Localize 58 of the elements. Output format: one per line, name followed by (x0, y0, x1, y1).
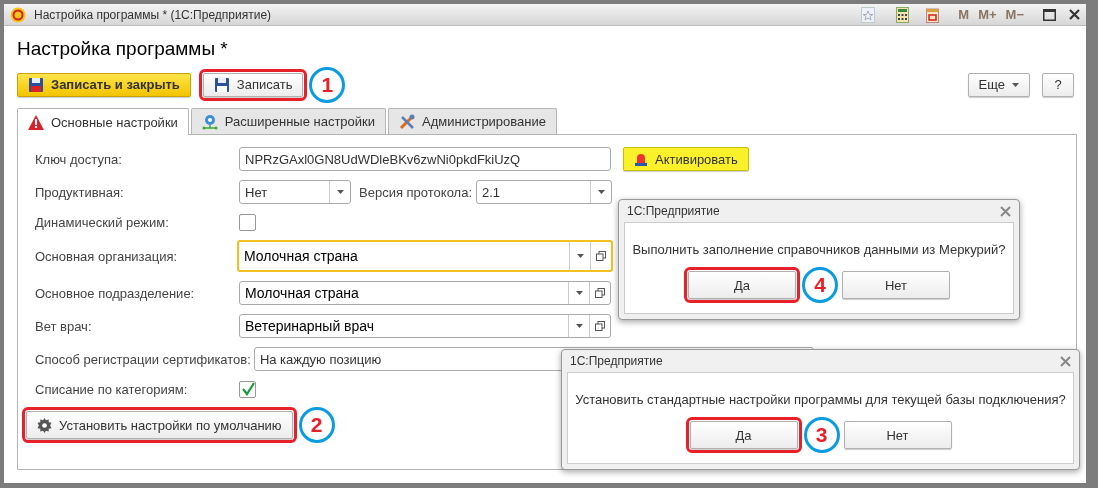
field-label: Основная организация: (35, 248, 179, 264)
dropdown-arrow-icon (336, 190, 344, 194)
dialog-message: Выполнить заполнение справочников данными из Меркурий? (632, 242, 1006, 257)
reference-field[interactable]: Молочная страна (237, 240, 613, 272)
open-form-icon (595, 321, 605, 331)
tab[interactable]: Основные настройки (17, 108, 189, 135)
select-field[interactable]: Нет (239, 180, 351, 204)
reference-field[interactable]: Молочная страна (239, 281, 611, 305)
field-label: Версия протокола: (359, 184, 472, 200)
dropdown-arrow-icon (576, 254, 584, 258)
dialog-title: 1С:Предприятие (570, 354, 663, 368)
form-title: Настройка программы * (17, 38, 229, 60)
field-label: Основное подразделение: (35, 285, 196, 301)
warning-icon (28, 114, 44, 130)
checkbox[interactable] (239, 213, 256, 231)
field-label: Списание по категориям: (35, 381, 189, 397)
dialog-title: 1С:Предприятие (627, 204, 720, 218)
no-button[interactable]: Нет (843, 421, 952, 449)
reference-field[interactable]: Ветеринарный врач (239, 314, 611, 338)
memory-button[interactable]: M+ (978, 7, 997, 22)
field-label: Динамический режим: (35, 214, 170, 230)
callout-number: 2 (298, 407, 335, 443)
tools-icon (399, 113, 416, 130)
memory-button[interactable]: M (958, 7, 970, 22)
open-form-icon (596, 251, 606, 261)
gear-icon (37, 417, 52, 433)
no-button[interactable]: Нет (842, 271, 950, 299)
caret-icon (1012, 82, 1019, 87)
calculator-icon[interactable] (896, 6, 910, 23)
window-title: Настройка программы * (1С:Предприятие) (34, 7, 273, 22)
dropdown-arrow-icon (575, 324, 583, 328)
network-gear-icon (201, 113, 218, 130)
field-label: Ключ доступа: (35, 151, 123, 167)
callout-number: 1 (309, 66, 346, 103)
activate-button[interactable]: Активировать (623, 147, 749, 171)
dropdown-arrow-icon (575, 291, 583, 295)
access-key-field[interactable]: NPRzGAxl0GN8UdWDleBKv6zwNi0pkdFkiUzQ (239, 147, 611, 171)
tab[interactable]: Администрирование (388, 108, 557, 134)
tab[interactable]: Расширенные настройки (190, 108, 387, 134)
field-label: Способ регистрации сертификатов: (35, 351, 251, 367)
help-button[interactable]: ? (1042, 72, 1074, 97)
field-label: Продуктивная: (35, 184, 125, 200)
callout-number: 3 (803, 417, 840, 453)
callout-number: 4 (802, 267, 838, 303)
field-label: Вет врач: (35, 318, 93, 334)
maximize-icon[interactable] (1043, 8, 1056, 21)
save-and-close-button[interactable]: Записать и закрыть (17, 72, 191, 97)
memory-button[interactable]: M− (1005, 7, 1024, 22)
dropdown-arrow-icon (597, 190, 605, 194)
open-form-icon (595, 288, 605, 298)
checkbox[interactable] (239, 380, 256, 398)
dialog-message: Установить стандартные настройки программы для текущей базы подключения? (575, 392, 1066, 407)
alarm-light-icon (634, 152, 648, 166)
app-logo-icon (10, 6, 26, 23)
more-button[interactable]: Еще (967, 72, 1030, 97)
calendar-icon[interactable] (926, 6, 940, 23)
close-icon[interactable] (1069, 9, 1080, 20)
select-field[interactable]: 2.1 (476, 180, 612, 204)
